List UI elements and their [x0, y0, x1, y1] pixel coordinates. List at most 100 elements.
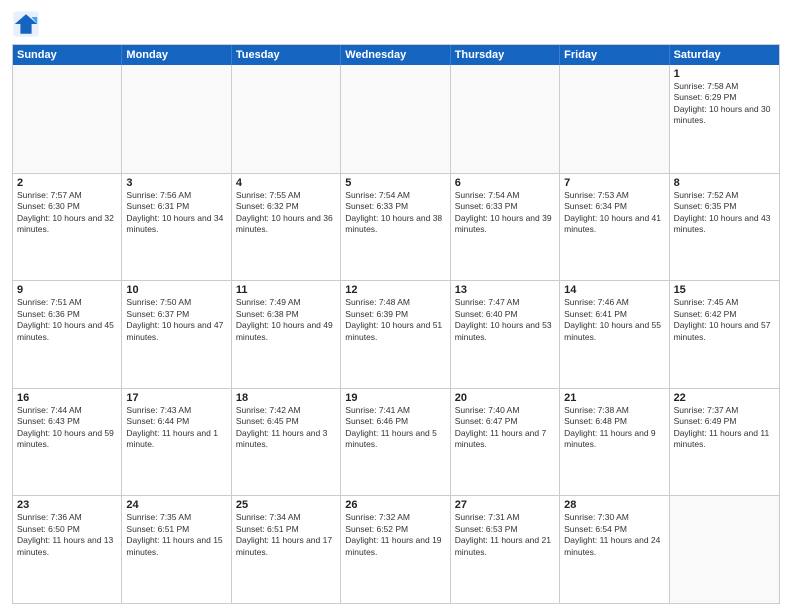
day-number: 23	[17, 499, 117, 511]
calendar-cell: 1Sunrise: 7:58 AM Sunset: 6:29 PM Daylig…	[670, 65, 779, 173]
day-number: 4	[236, 177, 336, 189]
calendar-cell: 2Sunrise: 7:57 AM Sunset: 6:30 PM Daylig…	[13, 174, 122, 281]
calendar-cell: 26Sunrise: 7:32 AM Sunset: 6:52 PM Dayli…	[341, 496, 450, 603]
day-number: 18	[236, 392, 336, 404]
day-number: 15	[674, 284, 775, 296]
day-info: Sunrise: 7:50 AM Sunset: 6:37 PM Dayligh…	[126, 297, 226, 343]
calendar-cell: 18Sunrise: 7:42 AM Sunset: 6:45 PM Dayli…	[232, 389, 341, 496]
calendar-cell: 22Sunrise: 7:37 AM Sunset: 6:49 PM Dayli…	[670, 389, 779, 496]
calendar-cell: 9Sunrise: 7:51 AM Sunset: 6:36 PM Daylig…	[13, 281, 122, 388]
day-info: Sunrise: 7:51 AM Sunset: 6:36 PM Dayligh…	[17, 297, 117, 343]
day-info: Sunrise: 7:48 AM Sunset: 6:39 PM Dayligh…	[345, 297, 445, 343]
calendar-cell: 16Sunrise: 7:44 AM Sunset: 6:43 PM Dayli…	[13, 389, 122, 496]
calendar-cell	[451, 65, 560, 173]
calendar-row: 16Sunrise: 7:44 AM Sunset: 6:43 PM Dayli…	[13, 388, 779, 496]
day-number: 11	[236, 284, 336, 296]
day-info: Sunrise: 7:32 AM Sunset: 6:52 PM Dayligh…	[345, 512, 445, 558]
weekday-header: Wednesday	[341, 45, 450, 65]
day-number: 1	[674, 68, 775, 80]
day-info: Sunrise: 7:44 AM Sunset: 6:43 PM Dayligh…	[17, 405, 117, 451]
day-number: 17	[126, 392, 226, 404]
calendar-cell: 19Sunrise: 7:41 AM Sunset: 6:46 PM Dayli…	[341, 389, 450, 496]
day-info: Sunrise: 7:57 AM Sunset: 6:30 PM Dayligh…	[17, 190, 117, 236]
day-info: Sunrise: 7:42 AM Sunset: 6:45 PM Dayligh…	[236, 405, 336, 451]
calendar-cell: 23Sunrise: 7:36 AM Sunset: 6:50 PM Dayli…	[13, 496, 122, 603]
day-info: Sunrise: 7:41 AM Sunset: 6:46 PM Dayligh…	[345, 405, 445, 451]
day-number: 25	[236, 499, 336, 511]
calendar-row: 2Sunrise: 7:57 AM Sunset: 6:30 PM Daylig…	[13, 173, 779, 281]
calendar-cell: 14Sunrise: 7:46 AM Sunset: 6:41 PM Dayli…	[560, 281, 669, 388]
calendar-cell: 7Sunrise: 7:53 AM Sunset: 6:34 PM Daylig…	[560, 174, 669, 281]
calendar-cell: 20Sunrise: 7:40 AM Sunset: 6:47 PM Dayli…	[451, 389, 560, 496]
day-info: Sunrise: 7:56 AM Sunset: 6:31 PM Dayligh…	[126, 190, 226, 236]
weekday-header: Thursday	[451, 45, 560, 65]
calendar-body: 1Sunrise: 7:58 AM Sunset: 6:29 PM Daylig…	[13, 65, 779, 603]
calendar-cell: 25Sunrise: 7:34 AM Sunset: 6:51 PM Dayli…	[232, 496, 341, 603]
calendar-cell: 8Sunrise: 7:52 AM Sunset: 6:35 PM Daylig…	[670, 174, 779, 281]
calendar-header: SundayMondayTuesdayWednesdayThursdayFrid…	[13, 45, 779, 65]
day-number: 21	[564, 392, 664, 404]
day-info: Sunrise: 7:37 AM Sunset: 6:49 PM Dayligh…	[674, 405, 775, 451]
calendar-row: 1Sunrise: 7:58 AM Sunset: 6:29 PM Daylig…	[13, 65, 779, 173]
calendar-row: 9Sunrise: 7:51 AM Sunset: 6:36 PM Daylig…	[13, 280, 779, 388]
day-number: 28	[564, 499, 664, 511]
calendar-cell: 24Sunrise: 7:35 AM Sunset: 6:51 PM Dayli…	[122, 496, 231, 603]
day-number: 26	[345, 499, 445, 511]
day-info: Sunrise: 7:54 AM Sunset: 6:33 PM Dayligh…	[345, 190, 445, 236]
weekday-header: Tuesday	[232, 45, 341, 65]
day-info: Sunrise: 7:53 AM Sunset: 6:34 PM Dayligh…	[564, 190, 664, 236]
calendar-cell	[670, 496, 779, 603]
weekday-header: Friday	[560, 45, 669, 65]
day-info: Sunrise: 7:31 AM Sunset: 6:53 PM Dayligh…	[455, 512, 555, 558]
calendar-cell: 12Sunrise: 7:48 AM Sunset: 6:39 PM Dayli…	[341, 281, 450, 388]
calendar-cell	[341, 65, 450, 173]
day-number: 7	[564, 177, 664, 189]
calendar-cell: 28Sunrise: 7:30 AM Sunset: 6:54 PM Dayli…	[560, 496, 669, 603]
page: SundayMondayTuesdayWednesdayThursdayFrid…	[0, 0, 792, 612]
day-info: Sunrise: 7:55 AM Sunset: 6:32 PM Dayligh…	[236, 190, 336, 236]
day-number: 13	[455, 284, 555, 296]
calendar-cell	[560, 65, 669, 173]
day-info: Sunrise: 7:40 AM Sunset: 6:47 PM Dayligh…	[455, 405, 555, 451]
day-number: 22	[674, 392, 775, 404]
day-number: 3	[126, 177, 226, 189]
calendar-cell: 27Sunrise: 7:31 AM Sunset: 6:53 PM Dayli…	[451, 496, 560, 603]
calendar-cell: 13Sunrise: 7:47 AM Sunset: 6:40 PM Dayli…	[451, 281, 560, 388]
day-info: Sunrise: 7:58 AM Sunset: 6:29 PM Dayligh…	[674, 81, 775, 127]
calendar-row: 23Sunrise: 7:36 AM Sunset: 6:50 PM Dayli…	[13, 495, 779, 603]
day-info: Sunrise: 7:34 AM Sunset: 6:51 PM Dayligh…	[236, 512, 336, 558]
day-info: Sunrise: 7:38 AM Sunset: 6:48 PM Dayligh…	[564, 405, 664, 451]
header	[12, 10, 780, 38]
day-info: Sunrise: 7:46 AM Sunset: 6:41 PM Dayligh…	[564, 297, 664, 343]
day-number: 27	[455, 499, 555, 511]
calendar-cell: 17Sunrise: 7:43 AM Sunset: 6:44 PM Dayli…	[122, 389, 231, 496]
day-number: 19	[345, 392, 445, 404]
day-number: 16	[17, 392, 117, 404]
calendar-cell: 15Sunrise: 7:45 AM Sunset: 6:42 PM Dayli…	[670, 281, 779, 388]
weekday-header: Monday	[122, 45, 231, 65]
calendar-cell: 3Sunrise: 7:56 AM Sunset: 6:31 PM Daylig…	[122, 174, 231, 281]
calendar-cell	[232, 65, 341, 173]
day-info: Sunrise: 7:35 AM Sunset: 6:51 PM Dayligh…	[126, 512, 226, 558]
day-number: 24	[126, 499, 226, 511]
day-number: 10	[126, 284, 226, 296]
calendar: SundayMondayTuesdayWednesdayThursdayFrid…	[12, 44, 780, 604]
logo-icon	[12, 10, 40, 38]
calendar-cell: 4Sunrise: 7:55 AM Sunset: 6:32 PM Daylig…	[232, 174, 341, 281]
logo	[12, 10, 44, 38]
calendar-cell: 5Sunrise: 7:54 AM Sunset: 6:33 PM Daylig…	[341, 174, 450, 281]
day-info: Sunrise: 7:45 AM Sunset: 6:42 PM Dayligh…	[674, 297, 775, 343]
day-info: Sunrise: 7:43 AM Sunset: 6:44 PM Dayligh…	[126, 405, 226, 451]
day-number: 20	[455, 392, 555, 404]
day-info: Sunrise: 7:52 AM Sunset: 6:35 PM Dayligh…	[674, 190, 775, 236]
day-number: 6	[455, 177, 555, 189]
weekday-header: Saturday	[670, 45, 779, 65]
calendar-cell: 10Sunrise: 7:50 AM Sunset: 6:37 PM Dayli…	[122, 281, 231, 388]
calendar-cell	[13, 65, 122, 173]
day-info: Sunrise: 7:47 AM Sunset: 6:40 PM Dayligh…	[455, 297, 555, 343]
day-info: Sunrise: 7:36 AM Sunset: 6:50 PM Dayligh…	[17, 512, 117, 558]
day-number: 14	[564, 284, 664, 296]
weekday-header: Sunday	[13, 45, 122, 65]
day-info: Sunrise: 7:49 AM Sunset: 6:38 PM Dayligh…	[236, 297, 336, 343]
calendar-cell: 11Sunrise: 7:49 AM Sunset: 6:38 PM Dayli…	[232, 281, 341, 388]
